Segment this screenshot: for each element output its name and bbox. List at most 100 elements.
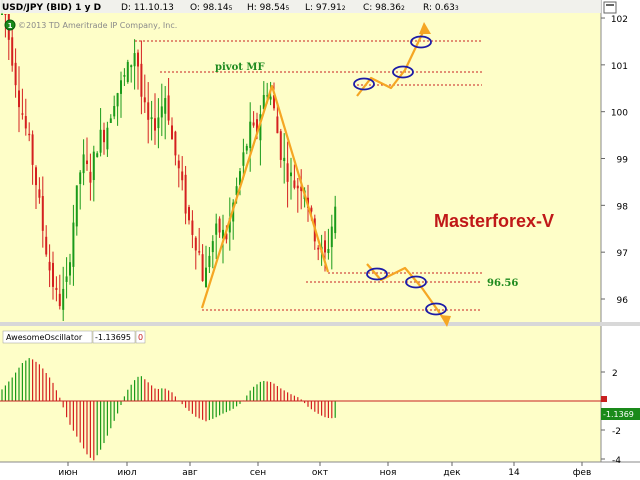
candle-body: [191, 220, 194, 235]
candle-body: [167, 95, 170, 121]
candle-body: [279, 131, 282, 160]
candle-body: [140, 63, 143, 97]
candle-body: [11, 37, 14, 66]
time-tick-label: июл: [117, 468, 136, 478]
candle-body: [160, 106, 163, 118]
header-close: C: 98.362: [363, 3, 405, 13]
candle-body: [58, 293, 61, 307]
candle-body: [330, 226, 333, 248]
candle-body: [35, 167, 37, 186]
candle-body: [41, 196, 44, 231]
price-level-label: 96.56: [487, 278, 518, 289]
time-tick-label: окт: [312, 468, 328, 478]
study-badge-icon[interactable]: 1: [4, 19, 16, 31]
candle-body: [113, 105, 116, 117]
candle-body: [4, 14, 7, 15]
candle-body: [48, 261, 51, 271]
candle-body: [52, 262, 54, 287]
candle-body: [96, 153, 99, 158]
candle-body: [177, 160, 180, 169]
maximize-icon[interactable]: [603, 1, 617, 14]
candle-body: [327, 248, 330, 254]
candle-body: [72, 222, 75, 267]
osc-tick-label: -4: [612, 456, 621, 466]
candle-body: [269, 96, 272, 100]
pane-separator: [0, 322, 640, 326]
header-range: R: 0.633: [423, 3, 459, 13]
candle-body: [82, 154, 85, 174]
time-tick-label: июн: [58, 468, 77, 478]
candle-body: [252, 122, 255, 126]
price-tick-label: 97: [617, 249, 628, 259]
candle-body: [283, 157, 286, 162]
price-tick-label: 96: [617, 296, 629, 306]
price-tick-label: 101: [611, 62, 628, 72]
candle-body: [164, 98, 167, 114]
candle-body: [317, 247, 320, 250]
candle-body: [21, 113, 24, 115]
header-open: O: 98.145: [190, 3, 233, 13]
candle-body: [249, 121, 252, 148]
candle-body: [133, 53, 136, 67]
header-date: D: 11.10.13: [121, 3, 174, 13]
candle-body: [181, 171, 184, 181]
brand-watermark: Masterforex-V: [434, 211, 554, 231]
candle-body: [75, 185, 78, 227]
oscillator-name[interactable]: AwesomeOscillator: [6, 333, 83, 342]
candle-body: [103, 129, 105, 143]
candle-body: [286, 163, 289, 182]
oscillator-current-text: -1.1369: [603, 410, 634, 419]
pivot-label: pivot MF: [215, 62, 265, 73]
candle-body: [334, 206, 337, 234]
candle-body: [14, 62, 17, 86]
candle-body: [123, 75, 126, 77]
candle-body: [201, 254, 204, 281]
copyright-text: ©2013 TD Ameritrade IP Company, Inc.: [18, 21, 177, 30]
candle-body: [116, 93, 119, 107]
candle-body: [245, 145, 248, 151]
candle-body: [290, 172, 292, 177]
candle-body: [157, 117, 160, 129]
candle-body: [205, 267, 207, 288]
candle-body: [45, 236, 48, 255]
price-tick-label: 102: [611, 15, 628, 25]
candle-body: [99, 129, 102, 153]
candle-body: [154, 118, 156, 131]
oscillator-zero-label: 0: [138, 333, 143, 342]
candle-body: [86, 160, 88, 165]
oscillator-value: -1.13695: [95, 333, 131, 342]
candle-body: [106, 127, 109, 150]
candle-body: [24, 116, 27, 129]
candle-body: [194, 237, 197, 251]
candle-body: [143, 97, 146, 103]
time-tick-label: дек: [443, 468, 461, 478]
price-tick-label: 98: [617, 202, 629, 212]
candle-body: [198, 251, 201, 253]
candle-body: [28, 133, 31, 136]
osc-tick-label: -2: [612, 427, 621, 437]
candle-body: [137, 52, 139, 67]
candle-body: [296, 185, 299, 189]
price-tick-label: 100: [611, 109, 628, 119]
candle-body: [79, 172, 82, 185]
time-tick-label: фев: [573, 468, 592, 478]
header-symbol[interactable]: USD/JPY (BID) 1 y D: [2, 3, 101, 13]
candle-body: [126, 61, 129, 82]
candle-body: [150, 117, 153, 120]
time-tick-label: 14: [508, 468, 520, 478]
candle-body: [276, 116, 279, 134]
candle-body: [171, 125, 173, 140]
price-current-marker: [601, 396, 607, 402]
candle-body: [174, 131, 177, 156]
time-tick-label: сен: [250, 468, 266, 478]
chart-root: 96 97 98 99 100 101 102 2 -2 -4 июн июл авг сен окт н…: [0, 0, 640, 480]
candle-body: [18, 90, 20, 108]
svg-text:1: 1: [8, 22, 13, 30]
candle-body: [215, 223, 218, 235]
candle-body: [69, 262, 71, 276]
candle-body: [211, 241, 214, 253]
candle-body: [324, 240, 326, 253]
candle-body: [130, 65, 133, 68]
time-tick-label: ноя: [380, 468, 397, 478]
candle-body: [55, 287, 58, 290]
